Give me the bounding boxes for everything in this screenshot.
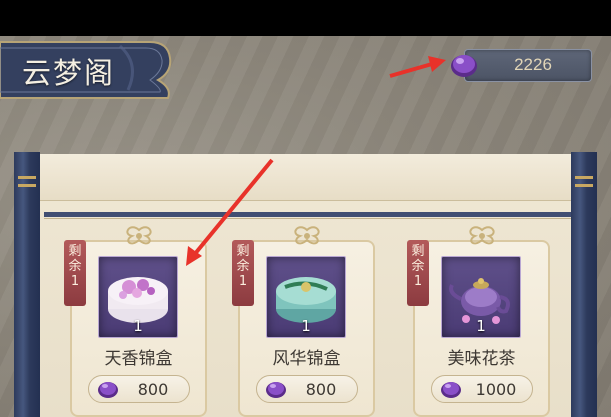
buy-price-button[interactable]: 800 [256, 375, 358, 403]
scroll-rod-left [14, 152, 40, 417]
shop-item-card[interactable]: 剩余1 1 风华锦盒 800 [232, 226, 375, 417]
buy-price-button[interactable]: 800 [88, 375, 190, 403]
scroll-divider [44, 212, 572, 217]
buy-price-button[interactable]: 1000 [431, 375, 533, 403]
purple-gem-icon [98, 382, 118, 398]
purple-gem-icon [266, 382, 286, 398]
currency-amount: 2226 [514, 55, 552, 74]
knot-ornament-icon [294, 226, 320, 245]
item-name: 美味花茶 [447, 349, 516, 369]
top-letterbox [0, 0, 611, 36]
item-name: 天香锦盒 [104, 349, 173, 369]
knot-ornament-icon [469, 226, 495, 245]
price-value: 800 [137, 380, 169, 399]
item-name: 风华锦盒 [272, 349, 341, 369]
shop-item-card[interactable]: 剩余1 1 美味花茶 1000 [407, 226, 550, 417]
shop-item-card[interactable]: 剩余1 1 天香锦盒 800 [64, 226, 207, 417]
item-icon-slot: 1 [266, 256, 346, 338]
item-quantity: 1 [133, 317, 143, 335]
knot-ornament-icon [126, 226, 152, 245]
price-value: 800 [305, 380, 337, 399]
stock-remaining-tag: 剩余1 [64, 240, 86, 306]
scroll-divider-thin [44, 218, 572, 219]
purple-gem-icon [451, 55, 477, 77]
item-icon-slot: 1 [98, 256, 178, 338]
item-quantity: 1 [301, 317, 311, 335]
purple-gem-icon [441, 382, 461, 398]
price-value: 1000 [475, 380, 517, 399]
item-quantity: 1 [476, 317, 486, 335]
scroll-rod-right [571, 152, 597, 417]
item-icon-slot: 1 [441, 256, 521, 338]
scroll-header-paper [36, 154, 584, 201]
stock-remaining-tag: 剩余1 [232, 240, 254, 306]
page-title: 云梦阁 [22, 56, 116, 90]
stock-remaining-tag: 剩余1 [407, 240, 429, 306]
